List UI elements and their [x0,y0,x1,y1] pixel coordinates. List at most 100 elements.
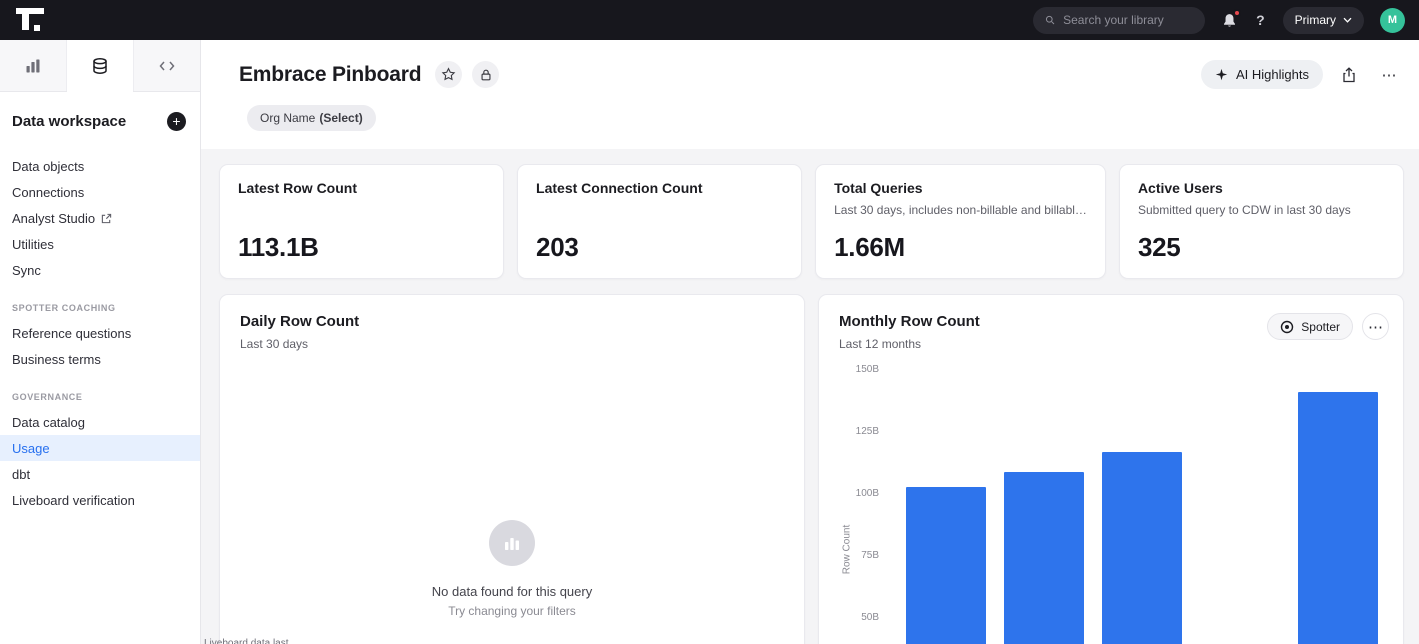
sidebar-tabs [0,40,200,92]
org-switcher-label: Primary [1295,13,1336,27]
external-link-icon [101,213,112,224]
bar-chart-glyph [502,533,522,553]
monthly-card-title: Monthly Row Count [839,313,980,330]
sidebar-item-business-terms[interactable]: Business terms [0,346,200,372]
favorite-button[interactable] [435,61,462,88]
sparkle-icon [1215,68,1228,81]
library-search[interactable] [1033,7,1205,34]
thoughtspot-logo[interactable] [16,8,44,32]
sidebar-section-governance: GOVERNANCE [12,392,188,402]
sidebar-item-label: Connections [12,185,84,200]
sidebar-item-data-objects[interactable]: Data objects [0,153,200,179]
kpi-card-total-queries[interactable]: Total Queries Last 30 days, includes non-… [815,164,1106,279]
spotter-label: Spotter [1301,320,1340,334]
main-area: Embrace Pinboard AI Highlights [201,40,1419,644]
chart-bar-5[interactable] [1298,392,1378,644]
y-tick-100b: 100B [839,488,879,500]
sidebar-item-sync[interactable]: Sync [0,257,200,283]
tab-insights[interactable] [0,40,67,91]
share-button[interactable] [1335,61,1363,89]
share-icon [1341,67,1357,83]
sidebar-section-spotter-coaching: SPOTTER COACHING [12,303,188,313]
monthly-card-actions: Spotter [1267,313,1389,340]
sidebar-item-label: Utilities [12,237,54,252]
ai-highlights-button[interactable]: AI Highlights [1201,60,1323,89]
search-input[interactable] [1063,13,1193,27]
ai-highlights-label: AI Highlights [1236,67,1309,82]
star-icon [441,67,456,82]
add-button[interactable] [167,112,186,131]
sidebar-item-label: Business terms [12,352,101,367]
topbar: ? Primary M [0,0,1419,40]
chart-bar-3[interactable] [1102,452,1182,644]
sidebar-item-reference-questions[interactable]: Reference questions [0,320,200,346]
chevron-down-icon [1343,17,1352,23]
kpi-card-active-users[interactable]: Active Users Submitted query to CDW in la… [1119,164,1404,279]
sidebar-item-dbt[interactable]: dbt [0,461,200,487]
kpi-card-latest-row-count[interactable]: Latest Row Count 113.1B [219,164,504,279]
tab-data-workspace[interactable] [67,40,134,91]
kpi-subtitle: Last 30 days, includes non-billable and … [834,203,1087,217]
chart-bar-2[interactable] [1004,472,1084,644]
logo-icon [16,8,44,32]
sidebar-item-label: Analyst Studio [12,211,95,226]
sidebar-item-label: Reference questions [12,326,131,341]
sidebar-item-connections[interactable]: Connections [0,179,200,205]
monthly-card-subtitle: Last 12 months [839,337,980,351]
empty-state-title: No data found for this query [432,584,592,599]
monthly-more-button[interactable] [1362,313,1389,340]
kpi-title: Active Users [1138,180,1385,196]
kpi-value: 113.1B [238,232,485,263]
daily-card-header: Daily Row Count Last 30 days [220,295,804,351]
sidebar-item-label: Usage [12,441,50,456]
filter-chip-row: Org Name (Select) [239,105,1403,131]
empty-state: No data found for this query Try changin… [220,520,804,618]
lock-icon [479,68,493,82]
sidebar-item-data-catalog[interactable]: Data catalog [0,409,200,435]
tab-developer[interactable] [134,40,200,91]
dashboard-content: Latest Row Count 113.1B Latest Connection … [201,149,1419,644]
help-button[interactable]: ? [1254,12,1267,28]
topbar-actions: ? Primary M [1033,7,1405,34]
org-switcher[interactable]: Primary [1283,7,1364,34]
sharing-button[interactable] [472,61,499,88]
page-title: Embrace Pinboard [239,63,421,87]
bar-chart-icon [24,57,42,75]
sidebar-item-liveboard-verification[interactable]: Liveboard verification [0,487,200,513]
sidebar-item-usage[interactable]: Usage [0,435,200,461]
database-icon [91,57,109,75]
sidebar-item-utilities[interactable]: Utilities [0,231,200,257]
sidebar: Data workspace Data objects Connections An… [0,40,201,644]
y-tick-150b: 150B [839,364,879,376]
page-header: Embrace Pinboard AI Highlights [201,40,1419,149]
kpi-title: Latest Row Count [238,180,485,196]
notifications-button[interactable] [1221,12,1238,29]
daily-card-title: Daily Row Count [240,313,359,330]
more-button[interactable] [1375,61,1403,89]
kpi-title: Total Queries [834,180,1087,196]
org-name-filter-chip[interactable]: Org Name (Select) [247,105,376,131]
chip-value: (Select) [319,111,362,125]
sidebar-item-analyst-studio[interactable]: Analyst Studio [0,205,200,231]
y-tick-50b: 50B [839,612,879,624]
kpi-value: 1.66M [834,232,1087,263]
empty-chart-icon [489,520,535,566]
spotter-icon [1280,320,1294,334]
y-tick-75b: 75B [839,550,879,562]
y-tick-125b: 125B [839,426,879,438]
chip-label: Org Name [260,111,315,125]
notification-dot [1233,9,1241,17]
monthly-chart-plot: Row Count 150B125B100B75B50B [839,370,1383,644]
kpi-subtitle: Submitted query to CDW in last 30 days [1138,203,1385,217]
kpi-card-latest-connection-count[interactable]: Latest Connection Count203 [517,164,802,279]
kpi-value: 325 [1138,232,1385,263]
spotter-button[interactable]: Spotter [1267,313,1353,340]
kpi-row: Latest Row Count 113.1B Latest Connection … [219,164,1404,279]
workspace-title: Data workspace [12,113,126,130]
monthly-card-header: Monthly Row Count Last 12 months Spotter [819,295,1403,351]
chart-bar-1[interactable] [906,487,986,644]
code-icon [158,57,176,75]
daily-card-subtitle: Last 30 days [240,337,359,351]
user-avatar[interactable]: M [1380,8,1405,33]
kpi-value: 203 [536,232,783,263]
